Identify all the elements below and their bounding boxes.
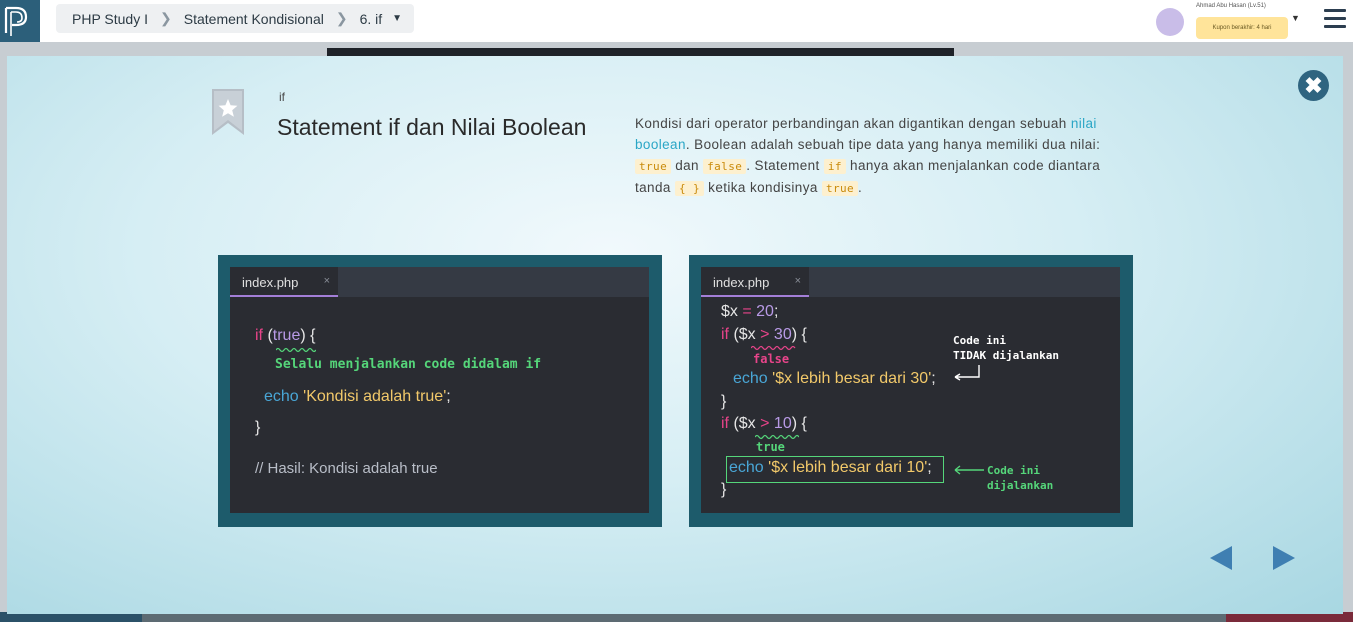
annotation-line: Code ini <box>953 334 1006 347</box>
code-keyword: if <box>721 415 729 432</box>
code-var: $x <box>721 303 738 320</box>
code-function: echo <box>264 388 299 405</box>
code-comment: // Hasil: Kondisi adalah true <box>255 460 438 477</box>
squiggle-underline <box>751 345 796 351</box>
squiggle-underline <box>276 347 316 353</box>
desc-text: . Statement <box>746 158 824 173</box>
code-var: ($x <box>729 415 761 432</box>
tab-label: index.php <box>242 275 299 290</box>
code-punct: ; <box>931 370 936 387</box>
code-editor: index.php × if (true) { Selalu menjalanka… <box>230 267 649 513</box>
prev-arrow-icon[interactable] <box>1210 546 1232 570</box>
code-example-2: index.php × $x = 20; if ($x > 30) { false… <box>689 255 1133 527</box>
desc-text: . <box>858 180 863 195</box>
annotation-line: Code ini <box>987 464 1040 477</box>
editor-tab-bar: index.php × <box>230 267 649 297</box>
desc-text: Kondisi dari operator perbandingan akan … <box>635 116 1071 131</box>
annotation-not-run: Code ini TIDAK dijalankan <box>953 333 1059 363</box>
menu-icon[interactable] <box>1324 9 1346 29</box>
code-punct: ( <box>263 327 273 344</box>
bookmark-star-icon[interactable] <box>212 89 244 135</box>
code-punct: ) { <box>791 326 807 343</box>
close-tab-icon[interactable]: × <box>324 275 330 287</box>
breadcrumb-chapter[interactable]: Statement Kondisional <box>184 11 324 27</box>
editor-tab[interactable]: index.php × <box>701 267 809 297</box>
code-punct: ; <box>773 303 779 320</box>
code-annotation-false: false <box>753 352 790 366</box>
code-function: echo <box>729 459 764 476</box>
code-punct: ; <box>446 388 451 405</box>
arrow-left-icon <box>954 465 984 475</box>
close-tab-icon[interactable]: × <box>795 275 801 287</box>
slide-title: Statement if dan Nilai Boolean <box>277 114 587 140</box>
breadcrumb-course[interactable]: PHP Study I <box>72 11 148 27</box>
annotation-line: TIDAK dijalankan <box>953 349 1059 362</box>
code-string: '$x lebih besar dari 30' <box>772 370 932 387</box>
code-example-1: index.php × if (true) { Selalu menjalanka… <box>218 255 662 527</box>
code-line-echo: echo 'Kondisi adalah true'; <box>264 388 451 406</box>
desc-text: . Boolean adalah sebuah tipe data yang h… <box>685 137 1101 152</box>
user-name: Ahmad Abu Hasan (Lv.51) <box>1196 3 1266 9</box>
code-line-echo-30: echo '$x lebih besar dari 30'; <box>733 370 936 388</box>
code-var: ($x <box>729 326 761 343</box>
code-number: 20 <box>756 303 774 320</box>
avatar-icon[interactable] <box>1156 8 1184 36</box>
code-line-if-30: if ($x > 30) { <box>721 326 807 344</box>
code-bool: true <box>272 327 301 344</box>
code-false: false <box>703 159 747 174</box>
chevron-right-icon: ❯ <box>160 10 172 26</box>
caret-down-icon[interactable]: ▼ <box>392 13 402 24</box>
code-editor: index.php × $x = 20; if ($x > 30) { false… <box>701 267 1120 513</box>
breadcrumb-lesson[interactable]: 6. if <box>360 11 383 27</box>
code-braces: { } <box>674 181 705 196</box>
code-annotation: Selalu menjalankan code didalam if <box>275 357 542 372</box>
top-bar: PHP Study I ❯ Statement Kondisional ❯ 6.… <box>0 0 1353 42</box>
code-number: 30 <box>769 326 792 343</box>
code-annotation-true: true <box>756 440 785 454</box>
caret-down-icon[interactable]: ▼ <box>1291 13 1300 23</box>
code-line-close: } <box>721 393 727 410</box>
code-keyword: if <box>255 327 263 344</box>
coupon-badge: Kupon berakhir: 4 hari <box>1196 17 1288 39</box>
code-line-assign: $x = 20; <box>721 303 778 321</box>
breadcrumb: PHP Study I ❯ Statement Kondisional ❯ 6.… <box>56 4 415 33</box>
code-true: true <box>635 159 672 174</box>
annotation-run: Code ini dijalankan <box>987 463 1053 493</box>
code-line-if-10: if ($x > 10) { <box>721 415 807 433</box>
code-punct: ; <box>927 459 932 476</box>
tab-label: index.php <box>713 275 770 290</box>
slide-modal: ✖ if Statement if dan Nilai Boolean Kond… <box>7 56 1343 614</box>
code-function: echo <box>733 370 768 387</box>
code-number: 10 <box>769 415 792 432</box>
chevron-right-icon: ❯ <box>335 10 348 26</box>
code-punct: ) { <box>791 415 807 432</box>
code-if: if <box>823 159 846 174</box>
logo-icon[interactable] <box>0 0 40 42</box>
code-line-if: if (true) { <box>255 327 315 345</box>
code-op: = <box>737 303 757 320</box>
slide-description: Kondisi dari operator perbandingan akan … <box>635 113 1105 199</box>
next-arrow-icon[interactable] <box>1273 546 1295 570</box>
code-string: 'Kondisi adalah true' <box>303 388 447 405</box>
code-line-echo-10: echo '$x lebih besar dari 10'; <box>729 459 932 477</box>
arrow-left-icon <box>954 365 980 381</box>
lesson-tag: if <box>279 90 285 104</box>
code-keyword: if <box>721 326 729 343</box>
code-string: '$x lebih besar dari 10' <box>768 459 928 476</box>
close-icon[interactable]: ✖ <box>1298 70 1329 101</box>
code-punct: ) { <box>300 327 316 344</box>
code-line-close: } <box>255 419 261 436</box>
editor-tab-bar: index.php × <box>701 267 1120 297</box>
code-true: true <box>821 181 859 196</box>
annotation-line: dijalankan <box>987 479 1054 492</box>
desc-text: ketika kondisinya <box>704 180 822 195</box>
editor-tab[interactable]: index.php × <box>230 267 338 297</box>
code-line-close: } <box>721 481 727 498</box>
desc-text: dan <box>671 158 704 173</box>
